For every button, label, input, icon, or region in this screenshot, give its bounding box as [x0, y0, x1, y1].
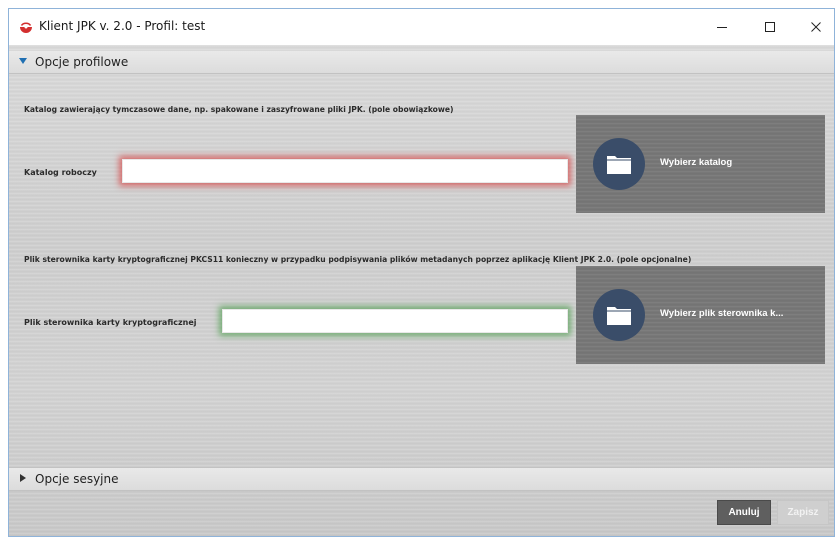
triangle-down-icon	[19, 58, 27, 64]
save-button[interactable]: Zapisz	[777, 500, 829, 525]
choose-driver-file-button[interactable]: Wybierz plik sterownika k...	[576, 266, 825, 364]
footer-bar	[9, 489, 834, 536]
driver-file-input[interactable]	[222, 309, 568, 333]
folder-icon-circle	[593, 289, 645, 341]
folder-icon	[607, 307, 631, 325]
driver-file-hint: Plik sterownika karty kryptograficznej P…	[24, 255, 692, 264]
work-dir-hint: Katalog zawierający tymczasowe dane, np.…	[24, 105, 454, 114]
work-dir-label: Katalog roboczy	[24, 168, 97, 177]
app-window: Klient JPK v. 2.0 - Profil: test Opcje p…	[8, 8, 835, 537]
main-content: Opcje profilowe Katalog zawierający tymc…	[9, 45, 834, 536]
section-label-profile-options: Opcje profilowe	[35, 55, 129, 69]
app-logo-icon	[20, 22, 32, 33]
section-header-session-options[interactable]: Opcje sesyjne	[9, 467, 834, 491]
triangle-right-icon	[20, 474, 26, 482]
driver-file-label: Plik sterownika karty kryptograficznej	[24, 318, 197, 327]
maximize-icon	[765, 22, 775, 32]
choose-directory-label: Wybierz katalog	[660, 157, 733, 168]
close-button[interactable]	[793, 9, 834, 45]
folder-icon-circle	[593, 138, 645, 190]
choose-directory-button[interactable]: Wybierz katalog	[576, 115, 825, 213]
folder-icon	[607, 156, 631, 174]
minimize-button[interactable]	[699, 9, 745, 45]
section-label-session-options: Opcje sesyjne	[35, 472, 119, 486]
maximize-button[interactable]	[747, 9, 793, 45]
window-title: Klient JPK v. 2.0 - Profil: test	[39, 19, 206, 33]
work-dir-input[interactable]	[122, 159, 568, 183]
section-header-profile-options[interactable]: Opcje profilowe	[9, 51, 834, 74]
close-icon	[811, 22, 821, 32]
choose-driver-file-label: Wybierz plik sterownika k...	[660, 308, 784, 319]
cancel-button[interactable]: Anuluj	[717, 500, 771, 525]
minimize-icon	[717, 27, 727, 28]
title-bar[interactable]: Klient JPK v. 2.0 - Profil: test	[9, 9, 834, 45]
